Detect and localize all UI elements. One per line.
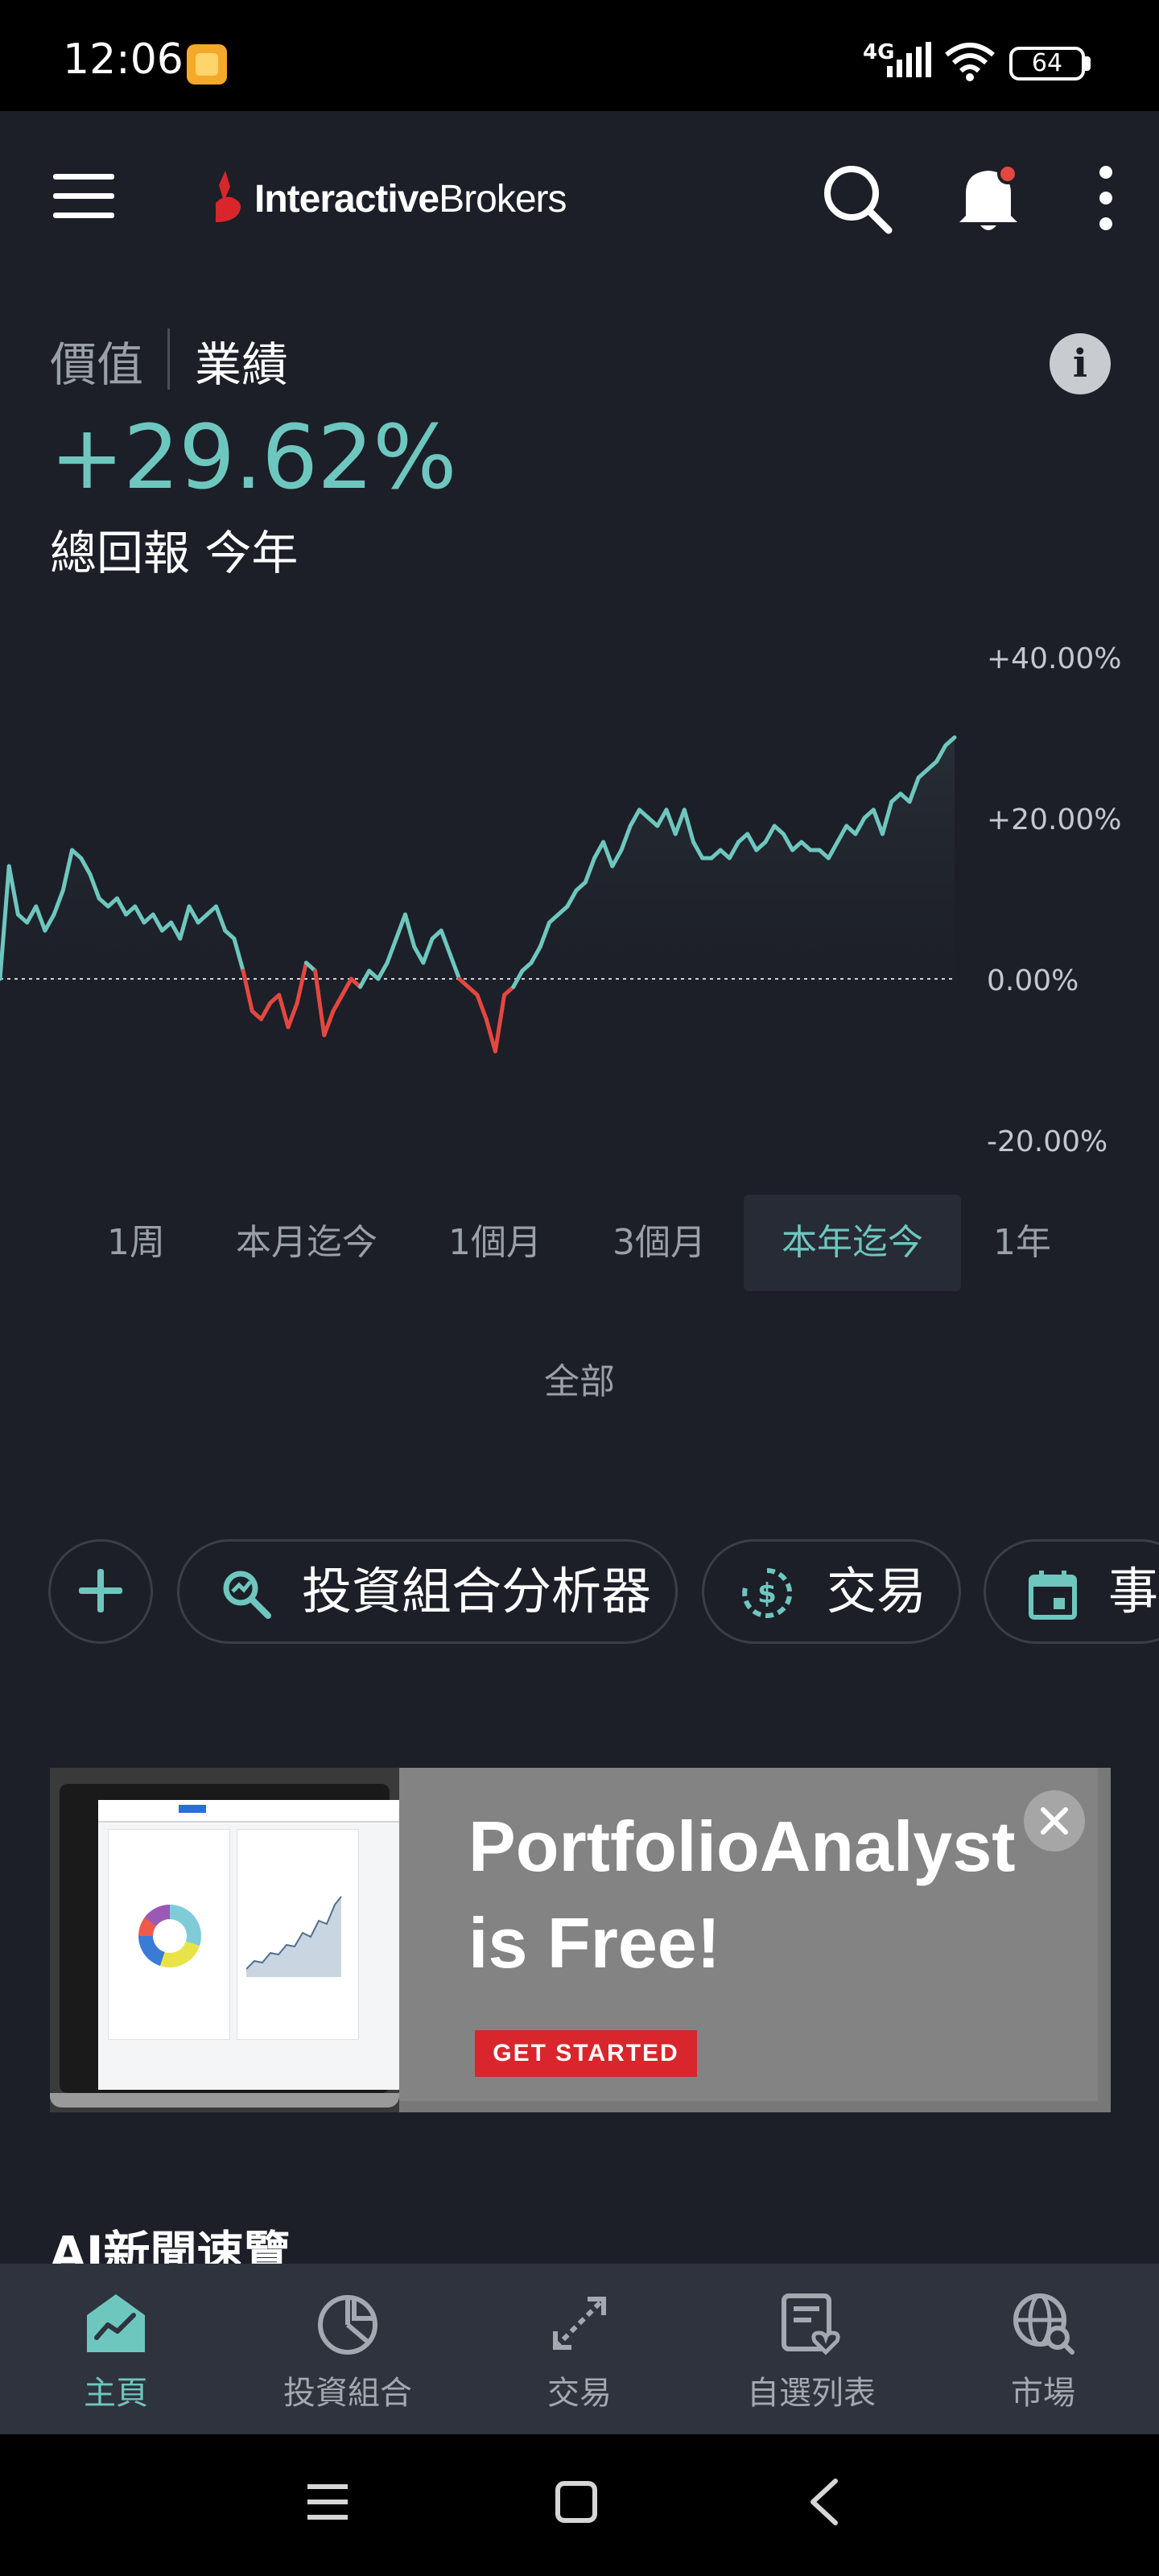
more-options-icon[interactable] (1090, 161, 1122, 235)
tab-divider (167, 328, 170, 390)
notification-app-icon (187, 44, 227, 85)
total-return-caption: 總回報 今年 (50, 526, 299, 580)
promo-title: PortfolioAnalyst is Free! (468, 1806, 1016, 1983)
close-icon (1041, 1807, 1068, 1835)
info-icon[interactable]: i (1050, 333, 1111, 394)
analyzer-icon (223, 1571, 271, 1619)
chart-area-fill (0, 737, 955, 1051)
promo-banner[interactable]: PortfolioAnalyst is Free! GET STARTED (50, 1768, 1111, 2112)
battery-tip (1085, 56, 1091, 71)
performance-chart[interactable]: +40.00% +20.00% 0.00% -20.00% (0, 612, 1159, 1175)
recent-apps-icon[interactable] (306, 2481, 349, 2523)
calendar-icon (1029, 1571, 1077, 1620)
trade-label: 交易 (827, 1562, 927, 1620)
y-tick-label: 0.00% (987, 964, 1079, 997)
y-tick-label: +40.00% (987, 642, 1121, 675)
events-label: 事 (1108, 1562, 1159, 1620)
period-all[interactable]: 全部 (0, 1352, 1159, 1404)
portfolio-pie-icon (318, 2295, 377, 2355)
nav-home-label: 主頁 (84, 2375, 148, 2412)
trade-dollar-icon: $ (742, 1567, 793, 1618)
y-tick-label: +20.00% (987, 803, 1121, 836)
promo-laptop-image (50, 1768, 399, 2112)
back-icon[interactable] (806, 2478, 842, 2526)
svg-text:$: $ (757, 1578, 777, 1610)
period-1m[interactable]: 1個月 (427, 1195, 563, 1291)
home-chart-icon (87, 2294, 145, 2352)
watchlist-icon (782, 2293, 840, 2355)
battery-level: 64 (1031, 49, 1063, 77)
wifi-icon (945, 43, 995, 81)
brand-name: InteractiveBrokers (254, 178, 567, 221)
ib-logo-icon (216, 171, 241, 222)
period-ytd[interactable]: 本年迄今 (744, 1195, 961, 1291)
tab-performance[interactable]: 業績 (195, 327, 288, 394)
nav-watchlist[interactable]: 自選列表 (695, 2264, 927, 2434)
nav-portfolio-label: 投資組合 (283, 2375, 412, 2412)
trade-action-button[interactable]: $ 交易 (702, 1539, 961, 1644)
nav-markets[interactable]: 市場 (927, 2264, 1159, 2434)
total-return-value: +29.62% (50, 406, 457, 509)
home-button-icon[interactable] (554, 2479, 599, 2524)
y-tick-label: -20.00% (987, 1125, 1107, 1158)
portfolio-analyzer-button[interactable]: 投資組合分析器 (177, 1539, 678, 1644)
period-3m[interactable]: 3個月 (591, 1195, 728, 1291)
nav-trade-label: 交易 (547, 2375, 612, 2412)
period-mtd[interactable]: 本月迄今 (222, 1195, 391, 1291)
close-promo-button[interactable] (1024, 1790, 1085, 1852)
period-1w[interactable]: 1周 (89, 1195, 184, 1291)
status-time: 12:06 (63, 35, 184, 84)
signal-icon (887, 42, 931, 77)
nav-home[interactable]: 主頁 (0, 2264, 232, 2434)
events-action-button[interactable]: 事 (984, 1539, 1159, 1644)
trade-arrows-icon (553, 2297, 606, 2350)
menu-icon[interactable] (52, 171, 116, 221)
period-1y[interactable]: 1年 (974, 1195, 1070, 1291)
plus-icon (79, 1569, 122, 1612)
nav-trade[interactable]: 交易 (464, 2264, 695, 2434)
add-action-button[interactable] (48, 1539, 153, 1644)
nav-markets-label: 市場 (1011, 2375, 1075, 2412)
search-icon[interactable] (819, 161, 893, 235)
globe-search-icon (1013, 2293, 1074, 2355)
nav-watchlist-label: 自選列表 (747, 2375, 876, 2412)
nav-portfolio[interactable]: 投資組合 (232, 2264, 464, 2434)
tab-value[interactable]: 價值 (50, 327, 143, 394)
battery-icon: 64 (1009, 47, 1085, 80)
bell-icon[interactable] (955, 158, 1027, 235)
get-started-button[interactable]: GET STARTED (475, 2030, 697, 2077)
analyzer-label: 投資組合分析器 (302, 1562, 652, 1620)
